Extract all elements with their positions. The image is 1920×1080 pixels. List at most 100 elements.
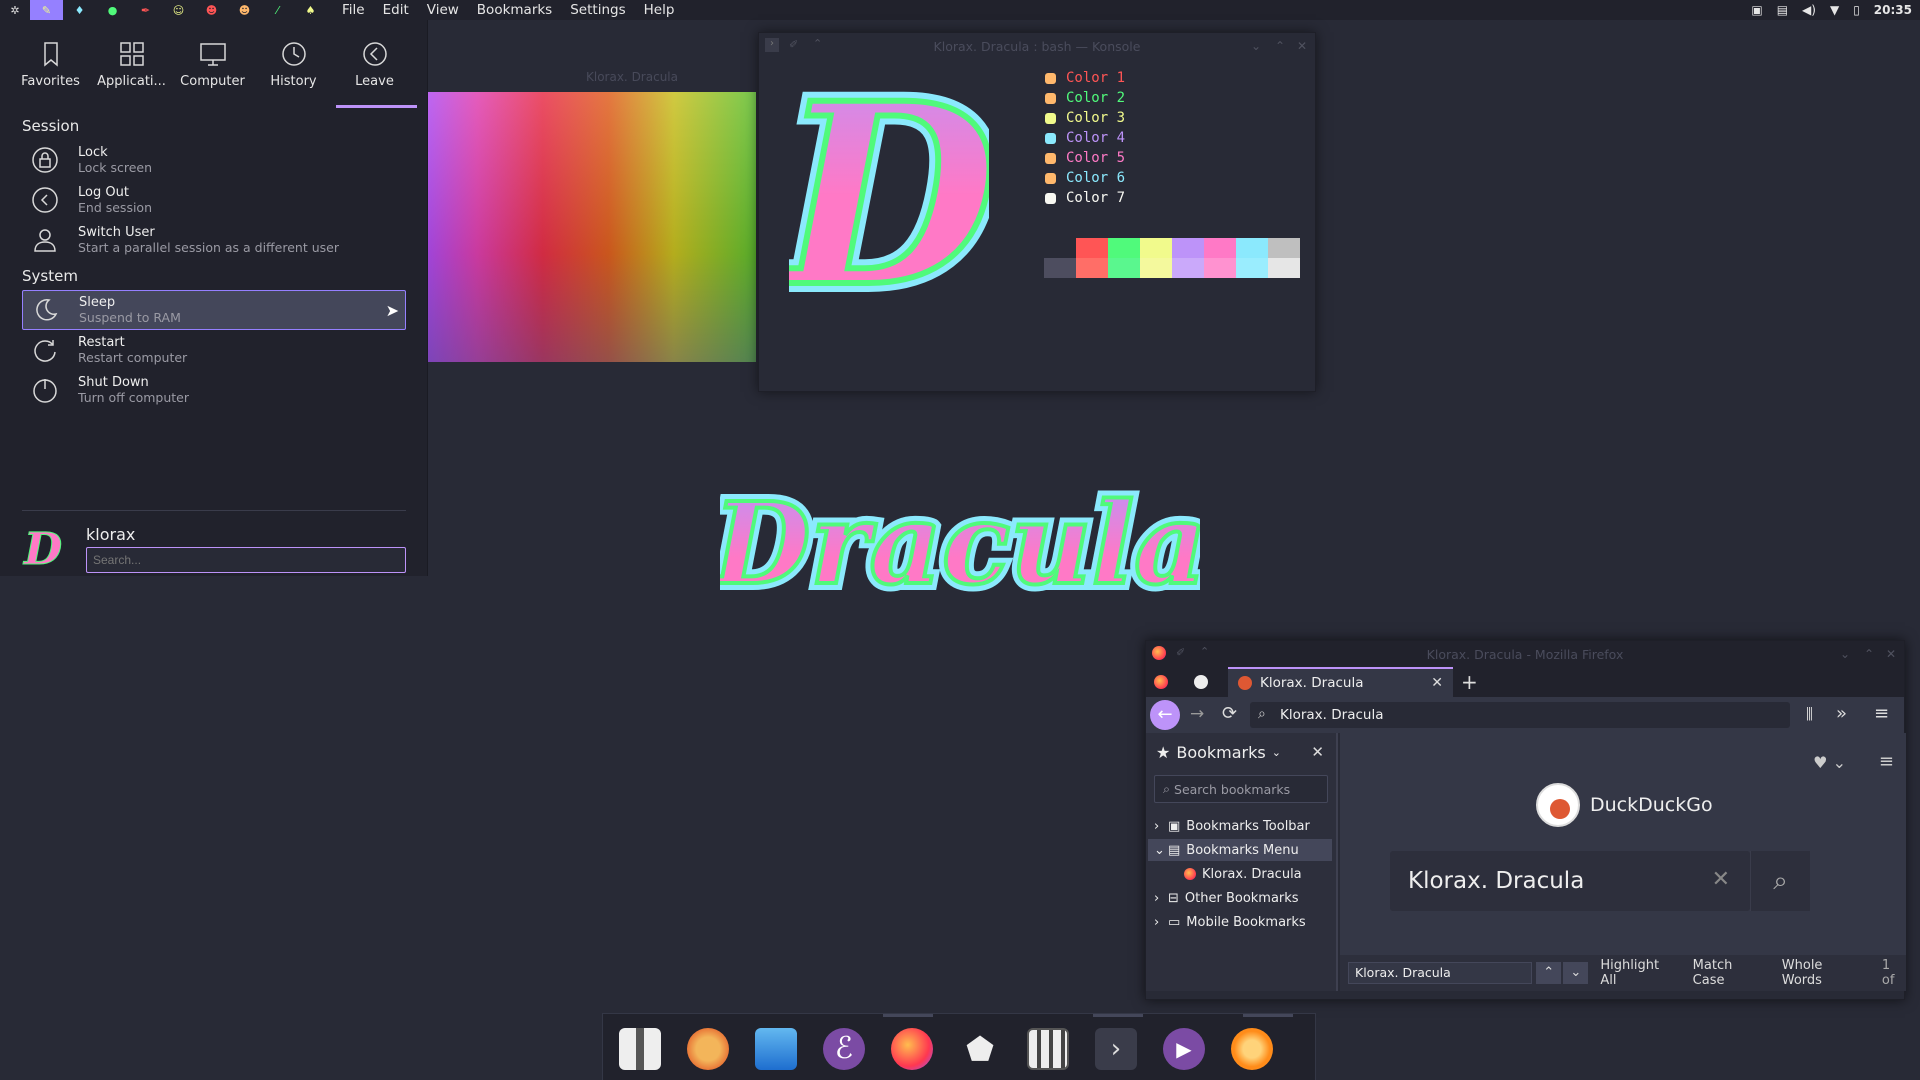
calculator-icon[interactable] — [1027, 1028, 1069, 1070]
tab-computer[interactable]: Computer — [172, 20, 253, 108]
shutdown-action[interactable]: Shut Down Turn off computer — [22, 370, 406, 410]
system-heading: System — [22, 267, 78, 285]
hamburger-menu-icon[interactable]: ≡ — [1874, 703, 1889, 724]
duckduckgo-logo[interactable]: DuckDuckGo — [1536, 783, 1713, 827]
minimize-icon[interactable]: ⌄ — [1840, 647, 1850, 661]
action-desc: End session — [78, 200, 152, 215]
angry-icon[interactable]: ☻ — [195, 0, 228, 20]
clear-icon[interactable]: ✕ — [1712, 867, 1730, 892]
back-button[interactable]: ← — [1150, 700, 1180, 730]
highlight-all-toggle[interactable]: Highlight All — [1600, 958, 1676, 988]
file-manager-icon[interactable] — [755, 1028, 797, 1070]
user-avatar[interactable]: D — [24, 524, 68, 575]
dracula-wordmark: Dracula Dracula — [703, 465, 1213, 617]
close-sidebar-icon[interactable]: ✕ — [1311, 743, 1324, 761]
menu-file[interactable]: File — [333, 2, 374, 18]
terminal-icon[interactable]: › — [1095, 1028, 1137, 1070]
palette-swatch — [1108, 258, 1140, 278]
lock-action[interactable]: Lock Lock screen — [22, 140, 406, 180]
logout-action[interactable]: Log Out End session — [22, 180, 406, 220]
tray-expand-icon[interactable]: ▼ — [1830, 3, 1839, 17]
find-input[interactable]: Klorax. Dracula — [1348, 962, 1533, 984]
bookmark-folder-other[interactable]: › ⊟ Other Bookmarks — [1154, 887, 1299, 909]
close-tab-icon[interactable]: ✕ — [1431, 675, 1443, 691]
running-indicator — [1093, 1014, 1143, 1017]
search-button[interactable]: ⌕ — [1750, 851, 1810, 911]
folder-icon: ▭ — [1168, 914, 1181, 930]
bulb-icon[interactable]: ♠ — [294, 0, 327, 20]
color-line: Color 1 — [1045, 70, 1125, 86]
sidebar-switcher[interactable]: ★ Bookmarks ⌄ — [1156, 743, 1281, 762]
maximize-icon[interactable]: ⌃ — [1275, 39, 1285, 53]
cool-face-icon[interactable]: ☻ — [228, 0, 261, 20]
kde-menu-icon[interactable]: ✲ — [0, 0, 30, 20]
menu-view[interactable]: View — [418, 2, 468, 18]
pinned-tab-github[interactable] — [1194, 667, 1218, 697]
twitter-icon[interactable]: ♥ ⌄ — [1813, 753, 1846, 772]
konsole-titlebar[interactable]: › ✐ ⌃ Klorax. Dracula : bash — Konsole ⌄… — [759, 33, 1315, 59]
minimize-icon[interactable]: ⌄ — [1251, 39, 1261, 53]
menu-help[interactable]: Help — [635, 2, 684, 18]
menu-settings[interactable]: Settings — [561, 2, 634, 18]
tab-active[interactable]: Klorax. Dracula ✕ — [1228, 667, 1453, 697]
volume-icon[interactable]: ◀) — [1802, 3, 1816, 17]
orange-app-icon[interactable] — [1231, 1028, 1273, 1070]
brush-icon[interactable]: ⁄ — [261, 0, 294, 20]
tab-leave[interactable]: Leave — [334, 20, 417, 108]
media-player-icon[interactable]: ▶ — [1163, 1028, 1205, 1070]
new-tab-button[interactable]: + — [1461, 667, 1478, 697]
firefox-icon[interactable] — [891, 1028, 933, 1070]
maximize-icon[interactable]: ⌃ — [1864, 647, 1874, 661]
reload-button[interactable]: ⟳ — [1222, 703, 1237, 724]
palette-swatch — [1076, 258, 1108, 278]
tool-icon[interactable]: ✎ — [30, 0, 63, 20]
clipboard-icon[interactable]: ▤ — [1777, 3, 1788, 17]
find-next-button[interactable]: ⌄ — [1563, 962, 1589, 984]
sleep-action[interactable]: Sleep Suspend to RAM ➤ — [22, 290, 406, 330]
switch-user-action[interactable]: Switch User Start a parallel session as a… — [22, 220, 406, 260]
smiley-icon[interactable]: ☺ — [162, 0, 195, 20]
menu-edit[interactable]: Edit — [374, 2, 418, 18]
palette-swatch — [1108, 238, 1140, 258]
display-icon[interactable]: ▣ — [1751, 3, 1762, 17]
duck-icon — [1536, 783, 1580, 827]
pinned-tab-firefox[interactable] — [1154, 667, 1178, 697]
bookmark-folder-mobile[interactable]: › ▭ Mobile Bookmarks — [1154, 911, 1306, 933]
archive-manager-icon[interactable] — [619, 1028, 661, 1070]
bookmark-folder-toolbar[interactable]: › ▣ Bookmarks Toolbar — [1154, 815, 1310, 837]
restart-action[interactable]: Restart Restart computer — [22, 330, 406, 370]
gimp-icon[interactable] — [687, 1028, 729, 1070]
bookmark-item[interactable]: Klorax. Dracula — [1184, 863, 1302, 885]
tab-applications[interactable]: Applicati... — [91, 20, 172, 108]
bookmark-folder-menu[interactable]: ⌄ ▤ Bookmarks Menu — [1148, 839, 1332, 861]
url-bar[interactable]: ⌕ Klorax. Dracula — [1250, 702, 1790, 728]
find-previous-button[interactable]: ⌃ — [1536, 962, 1562, 984]
tab-history[interactable]: History — [253, 20, 334, 108]
ddg-search-input[interactable]: Klorax. Dracula ✕ — [1390, 851, 1750, 911]
match-case-toggle[interactable]: Match Case — [1693, 958, 1766, 988]
tab-favorites[interactable]: Favorites — [10, 20, 91, 108]
logout-icon — [32, 187, 58, 213]
library-icon[interactable]: ⫼ — [1806, 705, 1813, 723]
gem-icon[interactable]: ♦ — [63, 0, 96, 20]
image-viewer-titlebar[interactable]: Klorax. Dracula — [428, 62, 756, 92]
globe-icon[interactable]: ● — [96, 0, 129, 20]
close-icon[interactable]: ✕ — [1297, 39, 1307, 53]
close-icon[interactable]: ✕ — [1886, 647, 1896, 661]
hamburger-menu-icon[interactable]: ≡ — [1879, 751, 1894, 772]
overflow-icon[interactable]: » — [1836, 703, 1847, 724]
whole-words-toggle[interactable]: Whole Words — [1782, 958, 1864, 988]
inkscape-icon[interactable]: ⬟ — [959, 1028, 1001, 1070]
search-bookmarks-input[interactable]: ⌕ Search bookmarks — [1154, 775, 1328, 803]
clock[interactable]: 20:35 — [1874, 3, 1912, 17]
color-palette — [1044, 238, 1300, 278]
forward-button[interactable]: → — [1190, 704, 1204, 724]
menu-bookmarks[interactable]: Bookmarks — [468, 2, 561, 18]
search-query: Klorax. Dracula — [1408, 868, 1585, 894]
battery-icon[interactable]: ▯ — [1853, 3, 1860, 17]
search-icon: ⌕ — [1773, 865, 1788, 896]
launcher-search-input[interactable] — [86, 547, 406, 573]
pen-icon[interactable]: ✒ — [129, 0, 162, 20]
emacs-icon[interactable]: ℰ — [823, 1028, 865, 1070]
firefox-titlebar[interactable]: ✐ ⌃ Klorax. Dracula - Mozilla Firefox ⌄ … — [1146, 641, 1904, 667]
